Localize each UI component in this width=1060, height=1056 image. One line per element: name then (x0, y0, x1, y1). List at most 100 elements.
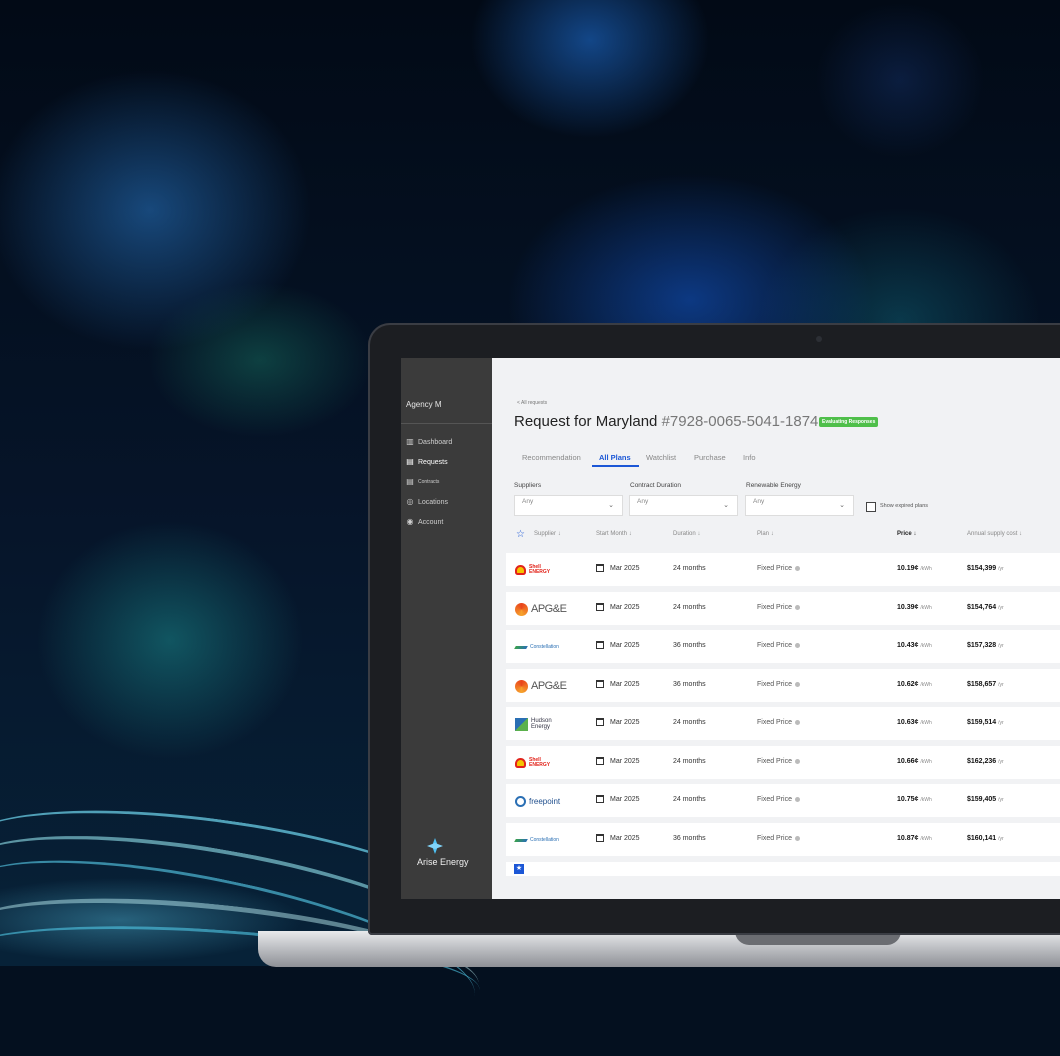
price: 10.75¢ /kWh (897, 796, 932, 803)
price-unit: /kWh (920, 643, 932, 649)
col-supplier[interactable]: Supplier ↓ (534, 531, 561, 537)
info-icon[interactable] (795, 565, 801, 571)
agency-name[interactable]: Agency M (406, 400, 442, 409)
tab-watchlist[interactable]: Watchlist (646, 453, 676, 462)
annual-cost: $154,399 /yr (967, 565, 1004, 572)
star-icon[interactable]: ☆ (516, 529, 525, 540)
table-row[interactable]: Shell ENERGY Mar 2025 24 months Fixed Pri… (506, 553, 1060, 586)
annual-cost: $160,141 /yr (967, 835, 1004, 842)
plan: Fixed Price (757, 642, 801, 649)
annual-unit: /yr (998, 759, 1004, 765)
info-icon[interactable] (795, 681, 801, 687)
start-month: Mar 2025 (610, 719, 640, 726)
logo-text: ENERGY (529, 569, 551, 575)
price: 10.39¢ /kWh (897, 604, 932, 611)
chevron-down-icon: ⌄ (839, 502, 845, 509)
col-start-month-label: Start Month (596, 531, 628, 537)
chevron-down-icon: ⌄ (608, 502, 614, 509)
requests-icon: ▤ (406, 457, 414, 466)
duration: 24 months (673, 604, 706, 611)
apge-logo: APG&E (515, 600, 567, 618)
contract-duration-select[interactable]: Any ⌄ (629, 495, 738, 516)
plan: Fixed Price (757, 835, 801, 842)
annual-cost: $157,328 /yr (967, 642, 1004, 649)
tab-recommendation[interactable]: Recommendation (522, 453, 581, 462)
suppliers-value: Any (522, 498, 534, 505)
sidebar-item-dashboard[interactable]: ▥ Dashboard (406, 438, 452, 446)
col-plan[interactable]: Plan ↓ (757, 531, 774, 537)
duration: 36 months (673, 642, 706, 649)
table-row[interactable]: Shell ENERGY Mar 2025 24 months Fixed Pri… (506, 746, 1060, 779)
contract-duration-value: Any (637, 498, 649, 505)
tab-info[interactable]: Info (743, 453, 756, 462)
col-price[interactable]: Price ↓ (897, 531, 916, 537)
calendar-icon (596, 718, 604, 726)
renewable-energy-label: Renewable Energy (746, 482, 801, 489)
tab-purchase[interactable]: Purchase (694, 453, 726, 462)
col-annual-cost[interactable]: Annual supply cost ↓ (967, 531, 1022, 537)
sidebar-item-contracts[interactable]: ▤ Contracts (406, 478, 439, 486)
col-plan-label: Plan (757, 531, 770, 537)
calendar-icon (596, 680, 604, 688)
calendar-icon (596, 564, 604, 572)
annual-value: $162,236 (967, 758, 997, 765)
info-icon[interactable] (795, 835, 801, 841)
table-row[interactable]: APG&E Mar 2025 24 months Fixed Price 10.… (506, 592, 1060, 625)
plan-label: Fixed Price (757, 681, 793, 688)
sidebar-item-label: Requests (418, 458, 448, 466)
price-unit: /kWh (920, 836, 932, 842)
sidebar-divider (401, 423, 492, 424)
info-icon[interactable] (795, 604, 801, 610)
table-row[interactable]: Constellation Mar 2025 36 months Fixed P… (506, 630, 1060, 663)
sidebar-item-account[interactable]: ◉ Account (406, 517, 444, 526)
info-icon[interactable] (795, 758, 801, 764)
col-start-month[interactable]: Start Month ↓ (596, 531, 632, 537)
suppliers-label: Suppliers (514, 482, 542, 489)
plan-label: Fixed Price (757, 758, 793, 765)
logo-text: freepoint (529, 796, 561, 806)
constellation-logo-icon (514, 645, 528, 649)
status-badge: Evaluating Responses (819, 417, 879, 427)
plan-label: Fixed Price (757, 835, 793, 842)
apge-logo: APG&E (515, 677, 567, 695)
request-number: #7928-0065-5041-1874 (661, 413, 819, 430)
sidebar-item-locations[interactable]: ◎ Locations (406, 498, 448, 506)
annual-value: $158,657 (967, 681, 997, 688)
breadcrumb[interactable]: < All requests (517, 400, 547, 406)
shell-logo-icon (515, 758, 526, 768)
price: 10.87¢ /kWh (897, 835, 932, 842)
start-month: Mar 2025 (610, 681, 640, 688)
active-tab-indicator (592, 465, 639, 467)
table-row[interactable]: freepoint Mar 2025 24 months Fixed Price… (506, 784, 1060, 817)
duration: 36 months (673, 681, 706, 688)
tab-all-plans[interactable]: All Plans (599, 453, 631, 462)
table-row[interactable]: Constellation Mar 2025 36 months Fixed P… (506, 823, 1060, 856)
info-icon[interactable] (795, 719, 801, 725)
calendar-icon (596, 795, 604, 803)
logo-text: Energy (531, 724, 551, 730)
duration: 24 months (673, 758, 706, 765)
renewable-energy-select[interactable]: Any ⌄ (745, 495, 854, 516)
info-icon[interactable] (795, 642, 801, 648)
suppliers-select[interactable]: Any ⌄ (514, 495, 623, 516)
annual-unit: /yr (998, 643, 1004, 649)
annual-cost: $158,657 /yr (967, 681, 1004, 688)
account-icon: ◉ (406, 517, 414, 526)
col-duration[interactable]: Duration ↓ (673, 531, 700, 537)
sidebar-item-requests[interactable]: ▤ Requests (406, 457, 448, 466)
show-expired-checkbox[interactable] (866, 502, 876, 512)
apge-logo-icon (515, 602, 528, 616)
constellation-logo: Constellation (514, 831, 559, 849)
info-icon[interactable] (795, 796, 801, 802)
table-row[interactable]: APG&E Mar 2025 36 months Fixed Price 10.… (506, 669, 1060, 702)
start-month: Mar 2025 (610, 758, 640, 765)
logo-text: APG&E (531, 603, 567, 615)
logo-text: APG&E (531, 680, 567, 692)
star-badge-icon[interactable]: ★ (514, 864, 524, 874)
plan: Fixed Price (757, 604, 801, 611)
table-row[interactable]: Hudson Energy Mar 2025 24 months Fixed Pr… (506, 707, 1060, 740)
sort-arrow-icon: ↓ (557, 531, 561, 537)
laptop-screen: Agency M ▥ Dashboard ▤ Requests ▤ Contra… (401, 358, 1060, 899)
price-unit: /kWh (920, 605, 932, 611)
start-month: Mar 2025 (610, 835, 640, 842)
